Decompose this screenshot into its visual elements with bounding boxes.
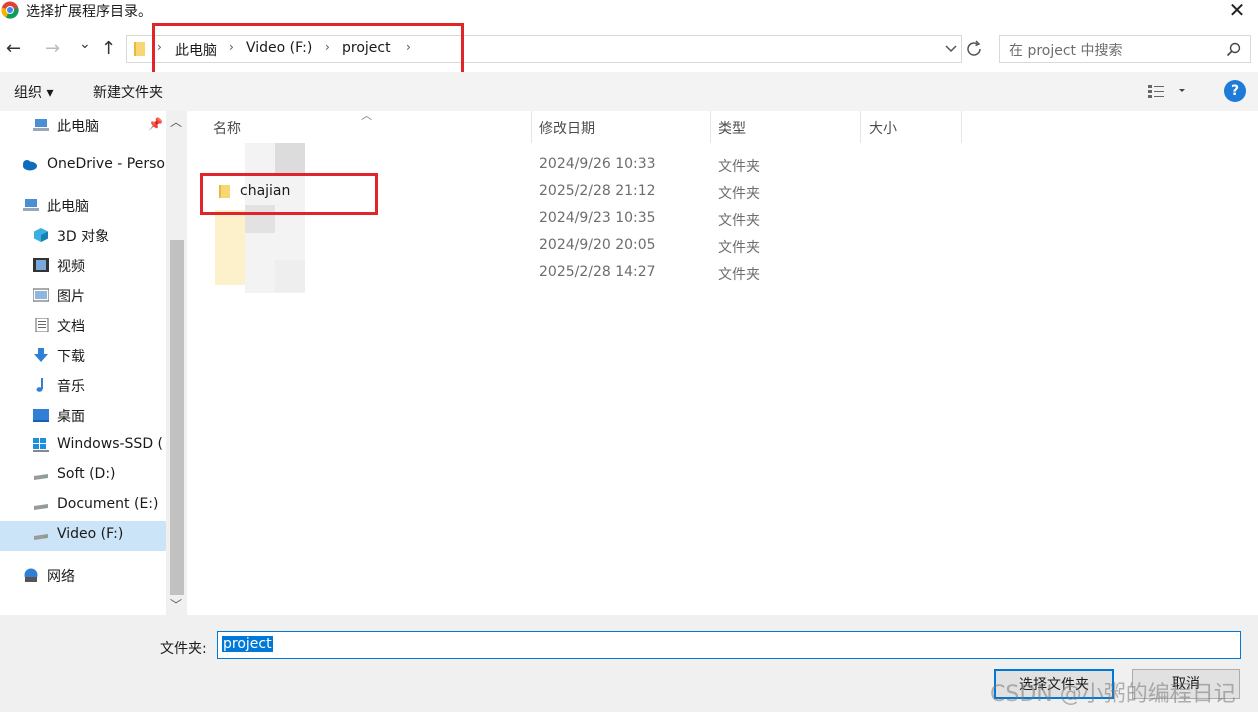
column-divider[interactable] [531,111,532,143]
window-title: 选择扩展程序目录。 [26,4,152,20]
nav-item-video-f[interactable]: Video (F:) [0,521,166,551]
forward-button[interactable]: → [45,38,60,59]
file-row[interactable]: 2024/9/20 20:05 文件夹 [187,233,1258,260]
nav-item-pictures[interactable]: 图片 [0,281,166,311]
file-type: 文件夹 [718,267,760,283]
help-icon[interactable]: ? [1224,80,1246,102]
column-header-name[interactable]: 名称 [213,118,241,138]
nav-label: Document (E:) [57,496,159,512]
column-divider[interactable] [860,111,861,143]
download-icon [34,348,48,362]
nav-item-this-pc[interactable]: 此电脑 [0,191,166,221]
file-type: 文件夹 [718,186,760,202]
music-icon [36,378,43,392]
highlight-box-folder [200,173,378,215]
navigation-pane: 此电脑 📌 OneDrive - Perso 此电脑 3D 对象 视频 图片 文… [0,111,166,615]
recent-locations-button[interactable]: ⌄ [79,36,91,52]
nav-label: Video (F:) [57,526,124,542]
nav-item-network[interactable]: 网络 [0,561,166,591]
drive-icon [34,504,48,510]
drive-icon [34,534,48,540]
nav-label: 桌面 [57,409,85,425]
nav-label: Soft (D:) [57,466,116,482]
cloud-icon [23,160,37,171]
desktop-icon [33,409,49,422]
scroll-up-icon[interactable]: ︿ [170,113,182,130]
file-type: 文件夹 [718,159,760,175]
nav-item-this-pc-pinned[interactable]: 此电脑 📌 [0,111,166,141]
film-icon [33,258,49,272]
nav-item-videos[interactable]: 视频 [0,251,166,281]
file-modified: 2024/9/23 10:35 [539,210,656,226]
chevron-down-icon[interactable] [945,45,957,53]
close-icon[interactable]: ✕ [1222,0,1252,22]
nav-item-documents[interactable]: 文档 [0,311,166,341]
file-modified: 2024/9/20 20:05 [539,237,656,253]
watermark: CSDN @小粥的编程日记 [990,682,1236,707]
column-header-size[interactable]: 大小 [869,118,897,138]
new-folder-button[interactable]: 新建文件夹 [93,82,163,102]
pc-icon [33,119,49,131]
nav-item-3d-objects[interactable]: 3D 对象 [0,221,166,251]
nav-item-windows-ssd[interactable]: Windows-SSD ( [0,431,166,461]
pin-icon[interactable]: 📌 [148,117,163,131]
nav-item-music[interactable]: 音乐 [0,371,166,401]
nav-label: 图片 [57,289,85,305]
sort-ascending-icon: ︿ [361,109,372,122]
search-input[interactable]: 在 project 中搜索 [999,35,1251,63]
chrome-icon [1,1,19,19]
file-modified: 2025/2/28 21:12 [539,183,656,199]
nav-label: 下载 [57,349,85,365]
drive-icon [34,474,48,480]
network-icon [24,568,38,582]
file-type: 文件夹 [718,213,760,229]
title-bar: 选择扩展程序目录。 ✕ [0,0,1258,22]
folder-icon [134,42,145,56]
nav-label: 网络 [47,569,75,585]
file-modified: 2024/9/26 10:33 [539,156,656,172]
folder-name-input[interactable]: project [217,631,1241,659]
back-button[interactable]: ← [6,38,21,59]
document-icon [35,318,49,332]
column-header-row: ︿ 名称 修改日期 类型 大小 [187,109,1258,143]
command-toolbar: 组织 ▾ 新建文件夹 ? [0,72,1258,111]
organize-menu[interactable]: 组织 ▾ [14,82,53,102]
folder-label: 文件夹: [160,641,207,657]
column-divider[interactable] [710,111,711,143]
nav-item-soft-d[interactable]: Soft (D:) [0,461,166,491]
nav-label: 此电脑 [47,199,89,215]
nav-label: 此电脑 [57,119,99,135]
cube-icon [34,228,48,242]
view-options-icon[interactable] [1147,83,1187,99]
folder-name-value: project [222,636,273,652]
search-placeholder: 在 project 中搜索 [1009,43,1123,59]
nav-scrollbar-thumb[interactable] [170,240,184,595]
file-row[interactable]: 2025/2/28 14:27 文件夹 [187,260,1258,287]
column-divider[interactable] [961,111,962,143]
file-type: 文件夹 [718,240,760,256]
nav-item-document-e[interactable]: Document (E:) [0,491,166,521]
nav-label: 视频 [57,259,85,275]
nav-item-onedrive[interactable]: OneDrive - Perso [0,151,166,181]
refresh-icon[interactable] [965,40,985,58]
file-modified: 2025/2/28 14:27 [539,264,656,280]
nav-label: 文档 [57,319,85,335]
windows-drive-icon [33,438,49,452]
scroll-down-icon[interactable]: ﹀ [170,596,182,613]
nav-label: Windows-SSD ( [57,436,164,452]
nav-label: OneDrive - Perso [47,156,165,172]
nav-label: 3D 对象 [57,229,110,245]
nav-item-downloads[interactable]: 下载 [0,341,166,371]
picture-icon [33,288,49,302]
nav-item-desktop[interactable]: 桌面 [0,401,166,431]
nav-label: 音乐 [57,379,85,395]
column-header-type[interactable]: 类型 [718,118,746,138]
column-header-modified[interactable]: 修改日期 [539,118,595,138]
up-button[interactable]: ↑ [101,38,116,59]
pc-icon [23,199,39,211]
search-icon[interactable] [1226,42,1242,58]
